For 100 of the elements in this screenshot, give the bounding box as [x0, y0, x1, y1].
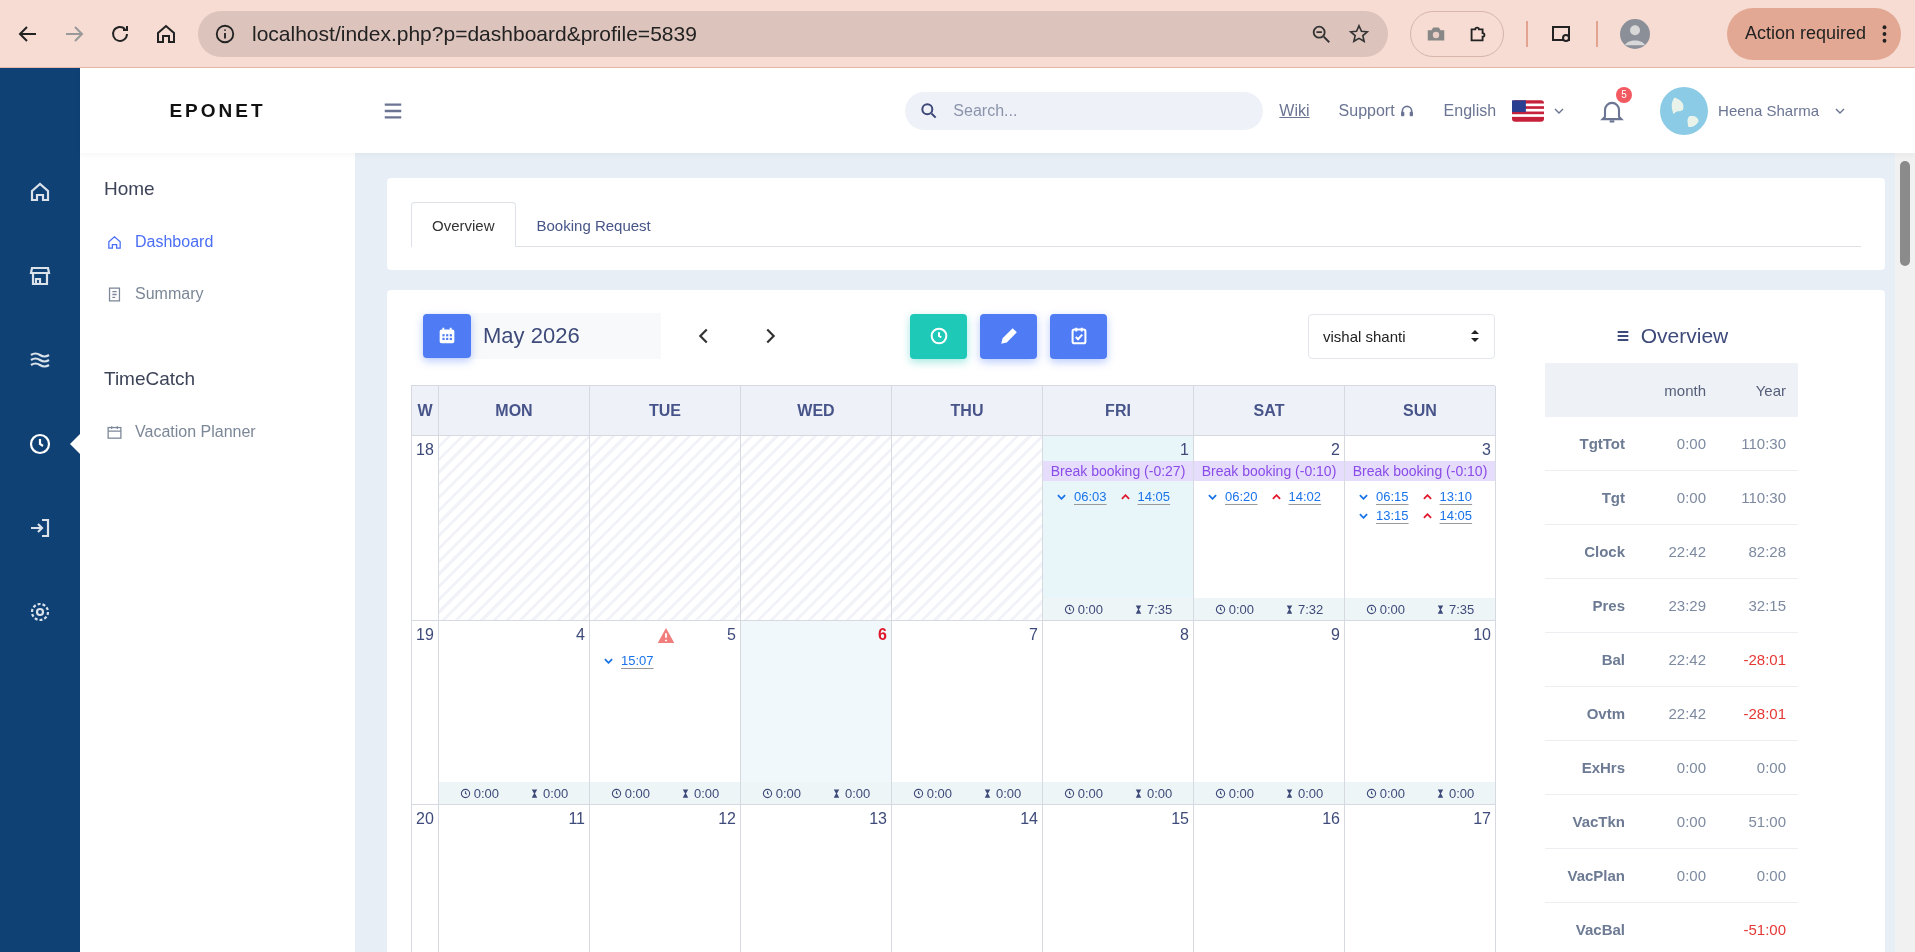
- booking-time-link[interactable]: 13:10: [1439, 489, 1473, 504]
- tab[interactable]: Booking Request: [515, 202, 672, 247]
- day-cell[interactable]: 10 0:00 0:00: [1345, 621, 1496, 805]
- date-number: 16: [1322, 810, 1340, 828]
- booking-time-link[interactable]: 06:15: [1376, 489, 1409, 504]
- day-cell[interactable]: 1 Break booking (-0:27) 06:03 14:05 0:00 7:35: [1043, 436, 1194, 621]
- caret-icon: [1835, 107, 1845, 114]
- language-selector[interactable]: English: [1443, 99, 1565, 122]
- date-number: 12: [718, 810, 736, 828]
- date-number: 2: [1331, 441, 1340, 459]
- week-number: 19: [412, 621, 439, 805]
- chevron-down-icon: [1208, 493, 1217, 500]
- month-label: May 2026: [483, 323, 580, 349]
- booking-time-link[interactable]: 15:07: [621, 653, 654, 668]
- calendar-button[interactable]: [423, 314, 471, 358]
- column-header: FRI: [1043, 386, 1194, 436]
- column-header: MON: [439, 386, 590, 436]
- day-cell[interactable]: 12: [590, 805, 741, 952]
- settings-icon[interactable]: [28, 600, 52, 624]
- search-field[interactable]: Search...: [905, 91, 1264, 130]
- column-header: THU: [892, 386, 1043, 436]
- clock-icon: [912, 787, 924, 799]
- edit-button[interactable]: [980, 313, 1037, 359]
- clock-icon: [1365, 787, 1377, 799]
- clock-total: 0:00: [473, 785, 499, 801]
- booking-time-link[interactable]: 14:02: [1288, 489, 1322, 504]
- hourglass-icon: [831, 787, 842, 799]
- chevron-down-icon: [1359, 512, 1368, 519]
- employee-select[interactable]: vishal shanti: [1308, 313, 1495, 359]
- store-icon[interactable]: [28, 264, 52, 288]
- day-cell[interactable]: 15: [1043, 805, 1194, 952]
- section-heading: TimeCatch: [104, 368, 197, 390]
- clock-total: 0:00: [1228, 785, 1254, 801]
- caret-icon: [1554, 107, 1565, 114]
- row-label: TgtTot: [1578, 435, 1625, 452]
- day-cell[interactable]: 17: [1345, 805, 1496, 952]
- month-value: 0:00: [1676, 489, 1706, 506]
- row-label: VacTkn: [1571, 813, 1625, 830]
- date-number: 10: [1473, 626, 1491, 644]
- clock-icon: [610, 787, 622, 799]
- day-cell[interactable]: 8 0:00 0:00: [1043, 621, 1194, 805]
- tab[interactable]: Overview: [411, 202, 516, 247]
- day-cell[interactable]: 9 0:00 0:00: [1194, 621, 1345, 805]
- sidebar-item[interactable]: Summary: [106, 268, 355, 320]
- date-number: 4: [576, 626, 585, 644]
- day-cell[interactable]: 14: [892, 805, 1043, 952]
- booking-time-link[interactable]: 06:20: [1225, 489, 1258, 504]
- booking-time-link[interactable]: 14:05: [1137, 489, 1171, 504]
- clock-total: 0:00: [1379, 601, 1405, 617]
- booking-time-link[interactable]: 14:05: [1439, 508, 1473, 523]
- action-required-button[interactable]: Action required: [1726, 7, 1901, 60]
- chevron-up-icon: [1120, 493, 1130, 500]
- clock-total: 0:00: [624, 785, 650, 801]
- month-value: 22:42: [1668, 651, 1706, 668]
- break-booking-note: Break booking (-0:27): [1043, 461, 1193, 481]
- hourglass-icon: [1284, 787, 1295, 799]
- day-cell[interactable]: 4 0:00 0:00: [439, 621, 590, 805]
- checklist-button[interactable]: [1050, 313, 1107, 359]
- month-value: 0:00: [1676, 759, 1706, 776]
- wiki-link[interactable]: Wiki: [1279, 101, 1310, 120]
- month-value: 0:00: [1676, 867, 1706, 884]
- column-header: SAT: [1194, 386, 1345, 436]
- clock-total: 0:00: [1379, 785, 1405, 801]
- support-link[interactable]: Support: [1338, 101, 1415, 120]
- date-number: 5: [727, 626, 736, 644]
- sidebar-item[interactable]: Dashboard: [106, 216, 355, 268]
- day-cell[interactable]: 11: [439, 805, 590, 952]
- row-label: ExHrs: [1580, 759, 1625, 776]
- clock-icon: [1365, 603, 1377, 615]
- chevron-down-icon: [604, 657, 613, 664]
- scrollbar[interactable]: [1895, 153, 1915, 952]
- sidebar-item[interactable]: Vacation Planner: [106, 406, 355, 458]
- day-cell[interactable]: 7 0:00 0:00: [892, 621, 1043, 805]
- clock-total: 0:00: [1228, 601, 1254, 617]
- home-icon[interactable]: [28, 180, 52, 204]
- day-cell[interactable]: 13: [741, 805, 892, 952]
- booking-time-link[interactable]: 13:15: [1376, 508, 1409, 523]
- day-cell[interactable]: 3 Break booking (-0:10) 06:15 13:10 13:15 14:05 0:00 7:35: [1345, 436, 1496, 621]
- year-value: 82:28: [1748, 543, 1786, 560]
- address-bar[interactable]: localhost/index.php?p=dashboard&profile=5839: [198, 10, 1388, 57]
- clock-icon[interactable]: [28, 432, 52, 456]
- sign-in-icon[interactable]: [28, 516, 52, 540]
- day-cell[interactable]: 5 15:07 0:00 0:00: [590, 621, 741, 805]
- star-icon[interactable]: [1348, 22, 1370, 45]
- month-value: 22:42: [1668, 543, 1706, 560]
- month-value: 0:00: [1676, 435, 1706, 452]
- row-label: Pres: [1591, 597, 1625, 614]
- column-header: TUE: [590, 386, 741, 436]
- year-value: -28:01: [1743, 705, 1786, 722]
- day-cell[interactable]: 6 0:00 0:00: [741, 621, 892, 805]
- clock-icon: [761, 787, 773, 799]
- year-value: 0:00: [1756, 867, 1786, 884]
- user-menu[interactable]: Heena Sharma: [1660, 86, 1845, 135]
- brand-logo: EPONET: [169, 99, 266, 122]
- column-header: Year: [1754, 381, 1786, 399]
- day-cell[interactable]: 16: [1194, 805, 1345, 952]
- column-header: WED: [741, 386, 892, 436]
- row-label: Bal: [1600, 651, 1625, 668]
- day-cell[interactable]: 2 Break booking (-0:10) 06:20 14:02 0:00 7:32: [1194, 436, 1345, 621]
- booking-time-link[interactable]: 06:03: [1074, 489, 1107, 504]
